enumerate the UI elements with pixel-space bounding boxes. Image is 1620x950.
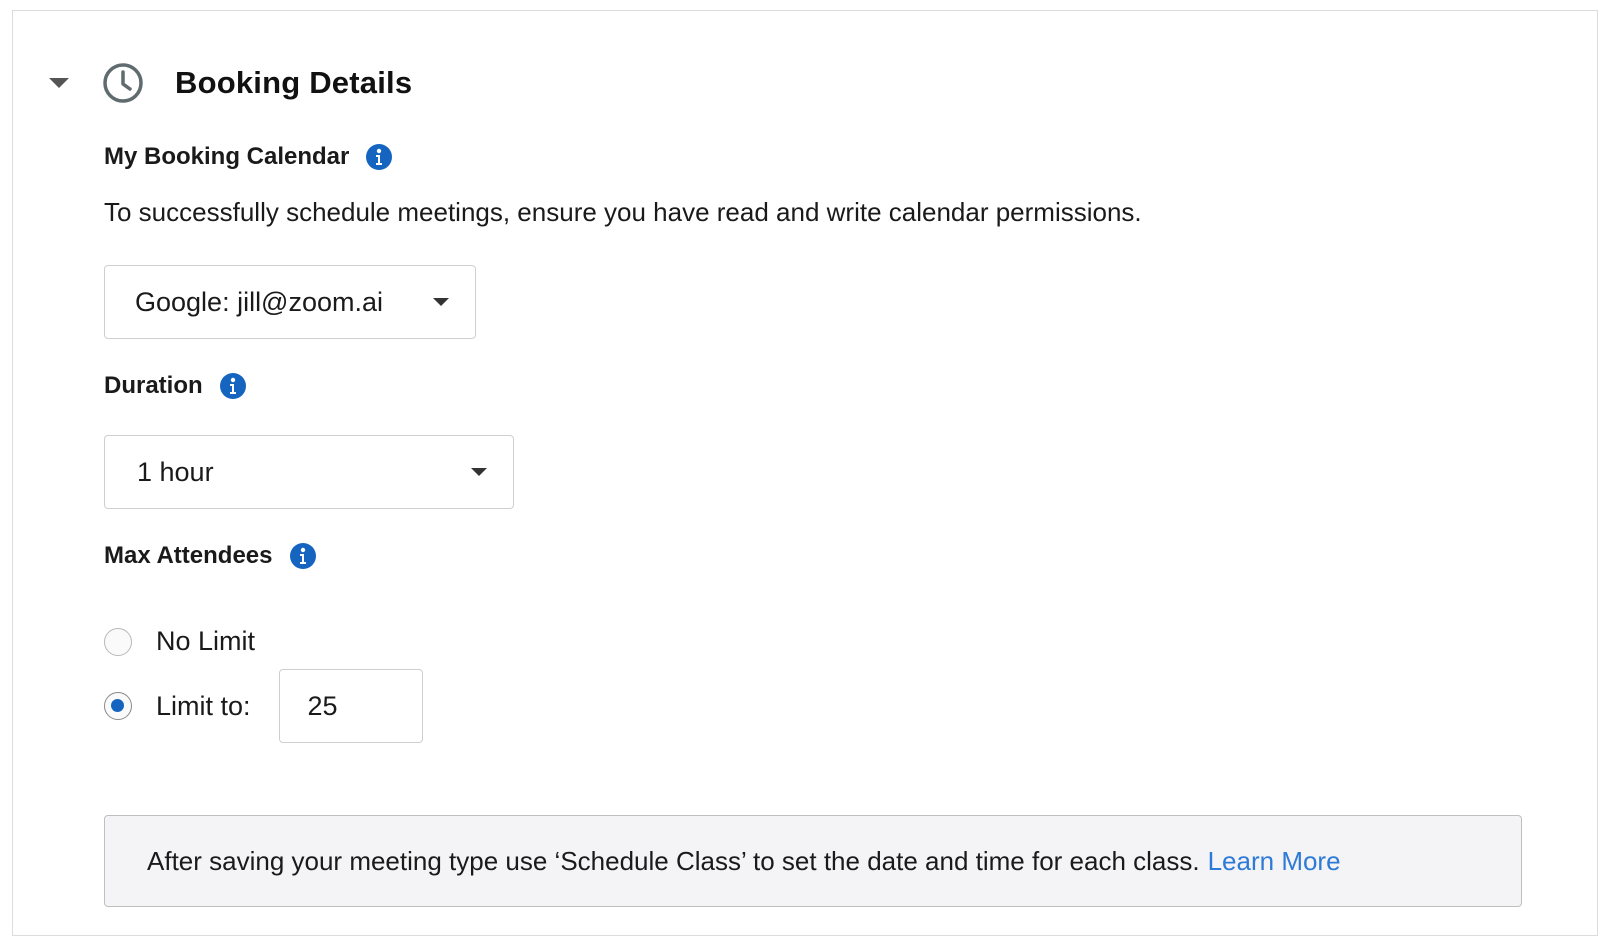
attendees-label: Max Attendees — [104, 542, 273, 569]
notice-text: After saving your meeting type use ‘Sche… — [147, 845, 1200, 876]
chevron-down-icon — [471, 468, 487, 476]
info-icon[interactable] — [219, 372, 247, 400]
collapse-caret-icon[interactable] — [49, 78, 69, 88]
calendar-select-value: Google: jill@zoom.ai — [135, 286, 384, 317]
info-icon[interactable] — [365, 143, 393, 171]
duration-select-value: 1 hour — [137, 456, 214, 487]
attendees-label-row: Max Attendees — [104, 542, 317, 570]
calendar-label: My Booking Calendar — [104, 143, 350, 170]
limit-to-label: Limit to: — [156, 690, 251, 721]
no-limit-option[interactable]: No Limit — [104, 626, 255, 657]
duration-select[interactable]: 1 hour — [104, 435, 514, 509]
booking-details-panel: Booking Details My Booking Calendar To s… — [12, 10, 1598, 936]
calendar-help-text: To successfully schedule meetings, ensur… — [104, 197, 1142, 227]
limit-to-option[interactable]: Limit to: — [104, 669, 423, 743]
schedule-class-notice: After saving your meeting type use ‘Sche… — [104, 815, 1522, 907]
section-title: Booking Details — [175, 65, 413, 100]
chevron-down-icon — [433, 298, 449, 306]
section-header: Booking Details — [49, 47, 412, 119]
duration-label: Duration — [104, 372, 203, 399]
learn-more-link[interactable]: Learn More — [1208, 846, 1341, 877]
limit-input[interactable] — [278, 669, 423, 743]
no-limit-radio[interactable] — [104, 627, 132, 656]
info-icon[interactable] — [289, 542, 317, 570]
calendar-select[interactable]: Google: jill@zoom.ai — [104, 265, 476, 339]
calendar-label-row: My Booking Calendar — [104, 143, 393, 171]
limit-to-radio[interactable] — [104, 692, 132, 720]
duration-label-row: Duration — [104, 372, 247, 400]
clock-icon — [103, 63, 143, 103]
no-limit-label: No Limit — [156, 626, 256, 656]
